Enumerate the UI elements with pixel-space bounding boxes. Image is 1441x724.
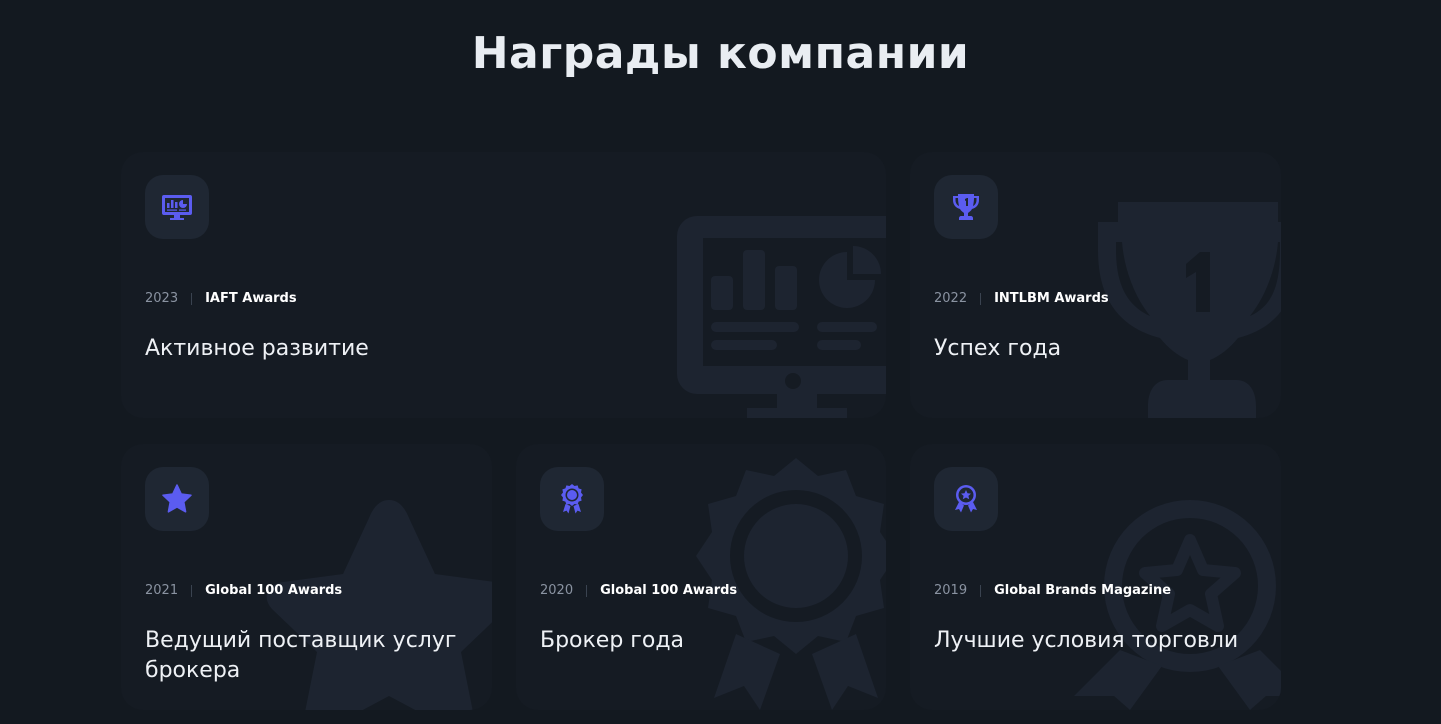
award-meta: 2019 Global Brands Magazine: [934, 583, 1171, 598]
meta-divider: [586, 584, 588, 597]
award-organization: IAFT Awards: [205, 291, 297, 306]
award-card-2022: 2022 INTLBM Awards Успех года: [910, 152, 1281, 418]
award-card-2021: 2021 Global 100 Awards Ведущий поставщик…: [121, 444, 492, 710]
award-meta: 2021 Global 100 Awards: [145, 583, 342, 598]
award-organization: Global 100 Awards: [600, 583, 738, 598]
page-title: Награды компании: [471, 28, 970, 79]
trophy-icon: [953, 194, 979, 220]
award-title: Успех года: [934, 336, 1062, 361]
awards-section: Награды компании 2023 IAFT Awards Активн…: [0, 0, 1441, 724]
award-year: 2023: [145, 291, 179, 306]
trophy-background-icon: [1098, 202, 1281, 418]
award-organization: Global Brands Magazine: [994, 583, 1172, 598]
monitor-chart-background-icon: [677, 216, 886, 418]
award-title: Ведущий поставщик услуг брокера: [145, 628, 457, 683]
monitor-chart-icon: [162, 195, 192, 220]
award-title: Лучшие условия торговли: [934, 628, 1239, 653]
star-medal-icon: [955, 485, 977, 513]
award-year: 2021: [145, 583, 179, 598]
award-year: 2022: [934, 291, 968, 306]
award-icon-box: [934, 467, 998, 531]
medal-icon: [561, 484, 583, 514]
star-medal-background-icon: [1074, 500, 1281, 710]
award-card-2023: 2023 IAFT Awards Активное развитие: [121, 152, 886, 418]
star-icon: [162, 484, 192, 513]
award-icon-box: [540, 467, 604, 531]
award-meta: 2023 IAFT Awards: [145, 291, 297, 306]
award-year: 2019: [934, 583, 968, 598]
award-icon-box: [145, 175, 209, 239]
award-icon-box: [145, 467, 209, 531]
award-title: Брокер года: [540, 628, 685, 653]
award-card-2020: 2020 Global 100 Awards Брокер года: [516, 444, 886, 710]
meta-divider: [980, 292, 982, 305]
award-icon-box: [934, 175, 998, 239]
award-card-2019: 2019 Global Brands Magazine Лучшие услов…: [910, 444, 1281, 710]
award-meta: 2022 INTLBM Awards: [934, 291, 1109, 306]
award-year: 2020: [540, 583, 574, 598]
meta-divider: [191, 292, 193, 305]
meta-divider: [191, 584, 193, 597]
award-organization: INTLBM Awards: [994, 291, 1109, 306]
award-meta: 2020 Global 100 Awards: [540, 583, 737, 598]
meta-divider: [980, 584, 982, 597]
award-title: Активное развитие: [145, 336, 369, 361]
award-organization: Global 100 Awards: [205, 583, 343, 598]
